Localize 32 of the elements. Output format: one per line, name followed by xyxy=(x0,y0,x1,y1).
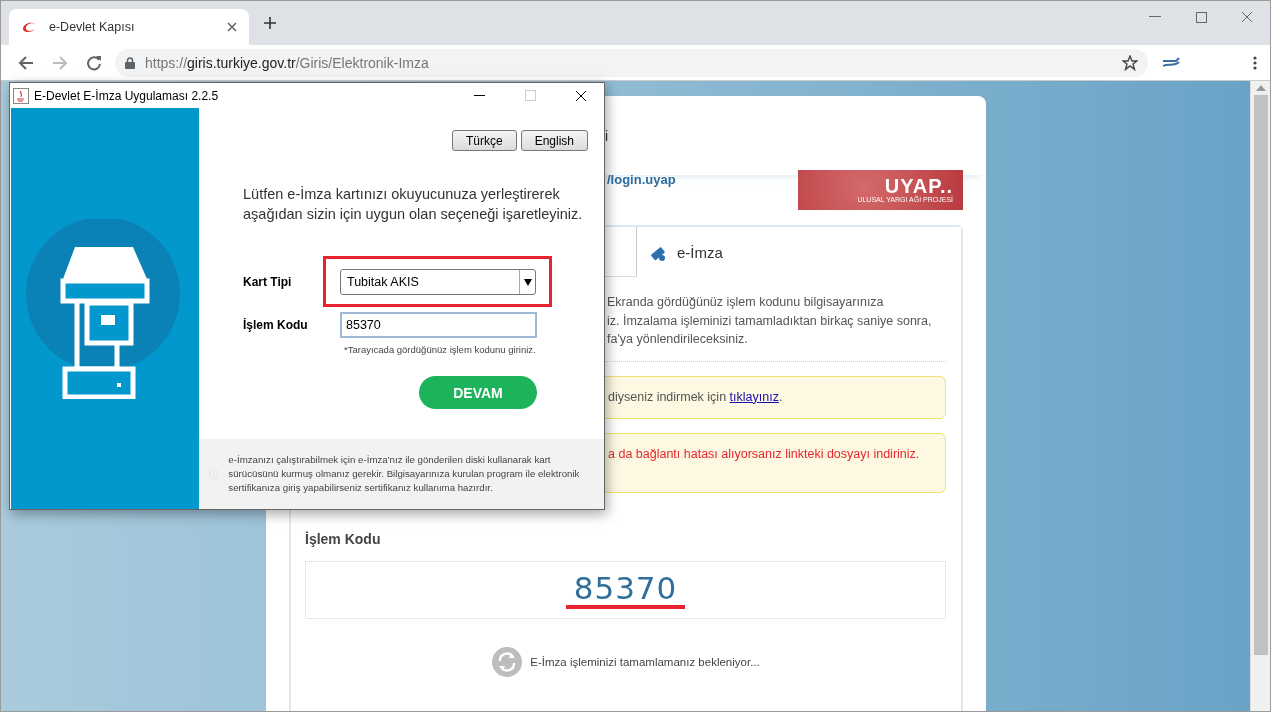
refresh-icon xyxy=(492,646,523,677)
code-input[interactable]: 85370 xyxy=(340,312,537,338)
hint-text: *Tarayıcada gördüğünüz işlem kodunu giriniz. xyxy=(344,344,537,355)
note-text: e-İmzanızı çalıştırabilmek için e-İmza'nız ile gönderilen diski kullanarak kart sürücüsünü kurmuş olmanız gerekir. Bilgisayarınıza kurulan program ile elektronik sertifikanıza giriş yapabilirseniz sertifikanız kullanıma hazırdır. xyxy=(228,453,581,495)
browser-tab[interactable]: e-Devlet Kapısı xyxy=(9,9,249,45)
extension-icon[interactable] xyxy=(1162,56,1180,69)
language-button[interactable]: English xyxy=(520,130,588,151)
url-text: https://giris.turkiye.gov.tr/Giris/Elektronik-Imza xyxy=(145,54,429,71)
address-bar[interactable]: https://giris.turkiye.gov.tr/Giris/Elektronik-Imza xyxy=(115,48,1148,77)
menu-icon[interactable] xyxy=(1253,55,1257,70)
lock-icon xyxy=(125,56,135,69)
star-icon[interactable] xyxy=(1122,54,1138,71)
alert-text: a da bağlantı hatası alıyorsanız linkteki dosyayı indiriniz. xyxy=(608,446,920,461)
close-icon[interactable] xyxy=(227,22,237,32)
login-url: /login.uyap xyxy=(607,172,676,187)
scrollbar-thumb[interactable] xyxy=(1253,95,1268,655)
instruction-text: Ekranda gördüğünüz işlem kodunu bilgisayarınıza iz. İmzalama işleminizi tamamladıktan birkaç saniye sonra, fa'ya yönlendirileceksiniz. xyxy=(607,294,933,348)
alert-text: diyseniz indirmek için tıklayınız. xyxy=(608,389,783,404)
new-tab-icon[interactable] xyxy=(263,16,277,30)
card-type-label: Kart Tipi xyxy=(243,275,293,289)
tab-title: e-Devlet Kapısı xyxy=(49,20,136,34)
caret-icon xyxy=(523,278,532,286)
code-label: İşlem Kodu xyxy=(243,318,309,332)
code-label: İşlem Kodu xyxy=(305,530,382,547)
status-text: E-İmza işleminizi tamamlamanız bekleniyor... xyxy=(530,655,760,668)
intro-text: Lütfen e-İmza kartınızı okuyucunuza yerleştirerek aşağıdan sizin için uygun olan seçeneği işaretleyiniz. xyxy=(243,185,584,224)
card-type-select[interactable]: Tubitak AKIS xyxy=(340,269,536,295)
language-button[interactable]: Türkçe xyxy=(451,130,517,151)
code-number: 85370 xyxy=(565,570,686,609)
header-text: i xyxy=(605,127,609,144)
dialog-title: E-Devlet E-İmza Uygulaması 2.2.5 xyxy=(34,88,220,103)
download-link[interactable]: tıklayınız xyxy=(729,389,779,404)
